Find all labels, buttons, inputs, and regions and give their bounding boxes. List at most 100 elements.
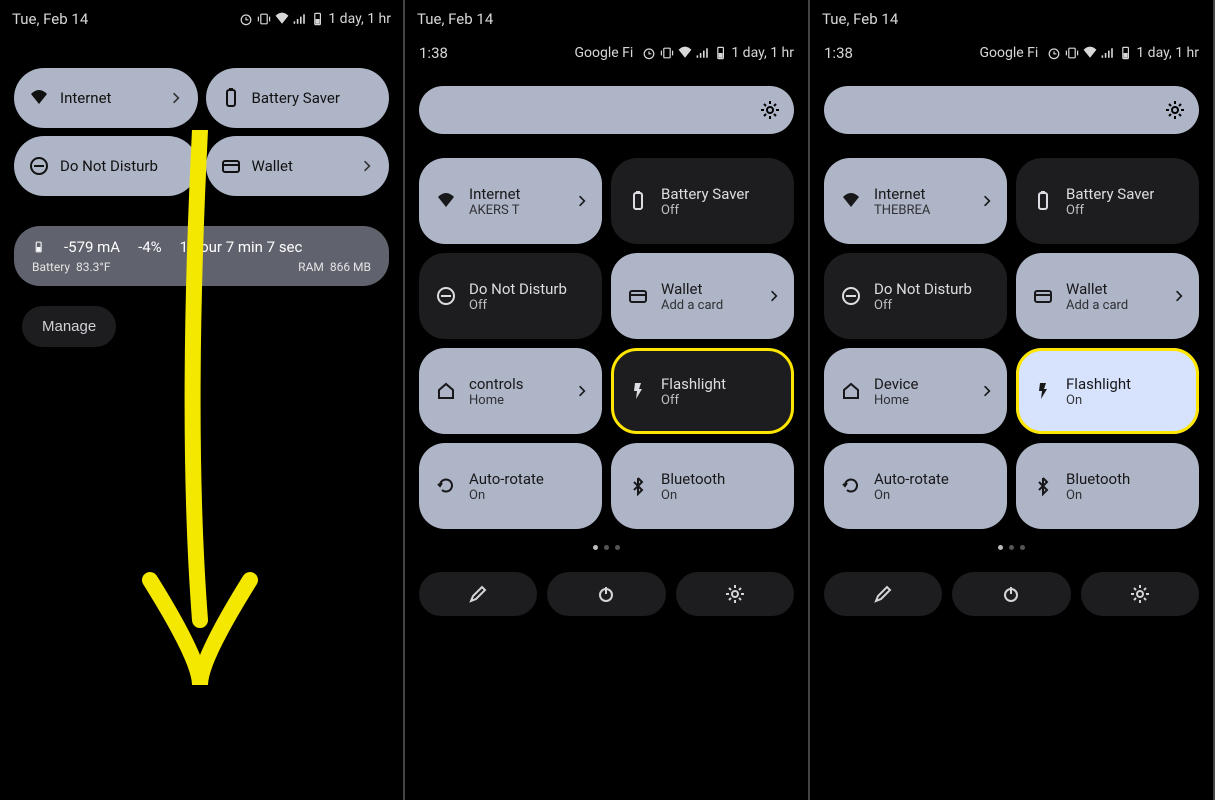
chevron-right-icon [766,288,782,304]
battery-icon [1118,45,1134,61]
settings-button[interactable] [676,572,794,616]
tile-auto-rotate[interactable]: Auto-rotateOn [824,443,1007,529]
tile-subtitle: THEBREA [874,203,930,218]
wifi-icon [840,190,862,212]
tile-title: Wallet [661,280,723,298]
notif-current: -579 mA [64,238,120,256]
tile-title: Battery Saver [661,185,749,203]
wallet-icon [1032,285,1054,307]
chevron-right-icon [979,383,995,399]
tile-subtitle: Off [874,298,972,313]
tile-title: Do Not Disturb [874,280,972,298]
bluetooth-icon [627,475,649,497]
power-button[interactable] [547,572,665,616]
dnd-icon [435,285,457,307]
tile-subtitle: On [874,488,949,503]
status-date: Tue, Feb 14 [12,10,238,28]
tile-dnd[interactable]: Do Not DisturbOff [824,253,1007,339]
tile-subtitle: On [1066,488,1130,503]
wallet-icon [627,285,649,307]
status-date: Tue, Feb 14 [822,10,1201,28]
edit-button[interactable] [824,572,942,616]
home-icon [435,380,457,402]
notif-battery-label: Battery [32,260,70,274]
edit-button[interactable] [419,572,537,616]
tile-flashlight[interactable]: FlashlightOff [611,348,794,434]
tile-subtitle: Off [661,393,726,408]
tile-battery-saver[interactable]: Battery SaverOff [1016,158,1199,244]
tile-subtitle: Off [469,298,567,313]
notif-ram-label: RAM [298,260,324,274]
page-indicator [405,545,808,550]
carrier-right-text: 1 day, 1 hr [731,45,794,61]
tiles-grid: InternetAKERS TBattery SaverOffDo Not Di… [405,158,808,529]
swipe-down-arrow-annotation [130,130,270,690]
tile-title: Auto-rotate [874,470,949,488]
brightness-slider[interactable] [824,86,1199,134]
chevron-right-icon [1171,288,1187,304]
dnd-icon [840,285,862,307]
tile-title: Auto-rotate [469,470,544,488]
home-icon [840,380,862,402]
brightness-slider[interactable] [419,86,794,134]
tile-internet[interactable]: InternetAKERS T [419,158,602,244]
tile-dnd[interactable]: Do Not Disturb [14,136,198,196]
alarm-icon [641,45,657,61]
tile-internet[interactable]: Internet [14,68,198,128]
tile-title: Internet [469,185,520,203]
tile-flashlight[interactable]: FlashlightOn [1016,348,1199,434]
panel-compact: Tue, Feb 14 1 day, 1 hr Internet Battery… [0,0,405,800]
chevron-right-icon [574,193,590,209]
flashlight-icon [1032,380,1054,402]
tile-dnd[interactable]: Do Not DisturbOff [419,253,602,339]
tile-device-controls[interactable]: DeviceHome [824,348,1007,434]
tile-subtitle: Add a card [661,298,723,313]
battery-icon [713,45,729,61]
carrier-bar: 1:38 Google Fi 1 day, 1 hr [810,38,1213,68]
carrier-name: Google Fi [980,45,1039,61]
chevron-right-icon [574,383,590,399]
tile-title: Bluetooth [661,470,725,488]
tile-title: Internet [874,185,930,203]
manage-button[interactable]: Manage [22,306,116,347]
page-indicator [810,545,1213,550]
notif-pct: -4% [138,238,162,256]
panel-expanded-off: Tue, Feb 14 1:38 Google Fi 1 day, 1 hr I… [405,0,810,800]
tile-auto-rotate[interactable]: Auto-rotateOn [419,443,602,529]
power-button[interactable] [952,572,1070,616]
rotate-icon [840,475,862,497]
chevron-right-icon [359,158,375,174]
tile-bluetooth[interactable]: BluetoothOn [1016,443,1199,529]
tile-label: Do Not Disturb [60,157,158,175]
tile-battery-saver[interactable]: Battery SaverOff [611,158,794,244]
carrier-name: Google Fi [575,45,634,61]
tile-title: Do Not Disturb [469,280,567,298]
battery-icon [310,11,326,27]
tile-bluetooth[interactable]: BluetoothOn [611,443,794,529]
tile-internet[interactable]: InternetTHEBREA [824,158,1007,244]
tile-wallet[interactable]: WalletAdd a card [1016,253,1199,339]
status-bar: Tue, Feb 14 1 day, 1 hr [0,0,403,38]
tile-wallet[interactable]: Wallet [206,136,390,196]
tile-battery-saver[interactable]: Battery Saver [206,68,390,128]
signal-icon [695,45,711,61]
tile-device-controls[interactable]: controlsHome [419,348,602,434]
status-icons: 1 day, 1 hr [238,11,391,27]
wallet-icon [220,155,242,177]
tile-title: controls [469,375,523,393]
tile-wallet[interactable]: WalletAdd a card [611,253,794,339]
tile-subtitle: On [469,488,544,503]
battery-icon [220,87,242,109]
notif-battery-val: 83.3°F [76,260,111,274]
tiles-grid: InternetTHEBREABattery SaverOffDo Not Di… [810,158,1213,529]
wifi-icon [435,190,457,212]
tile-subtitle: On [1066,393,1131,408]
notification-card[interactable]: -579 mA -4% 1 hour 7 min 7 sec Battery 8… [14,226,389,286]
gear-icon[interactable] [760,100,780,120]
tile-label: Wallet [252,157,293,175]
signal-icon [292,11,308,27]
settings-button[interactable] [1081,572,1199,616]
gear-icon[interactable] [1165,100,1185,120]
battery-icon [1032,190,1054,212]
tile-subtitle: Home [469,393,523,408]
